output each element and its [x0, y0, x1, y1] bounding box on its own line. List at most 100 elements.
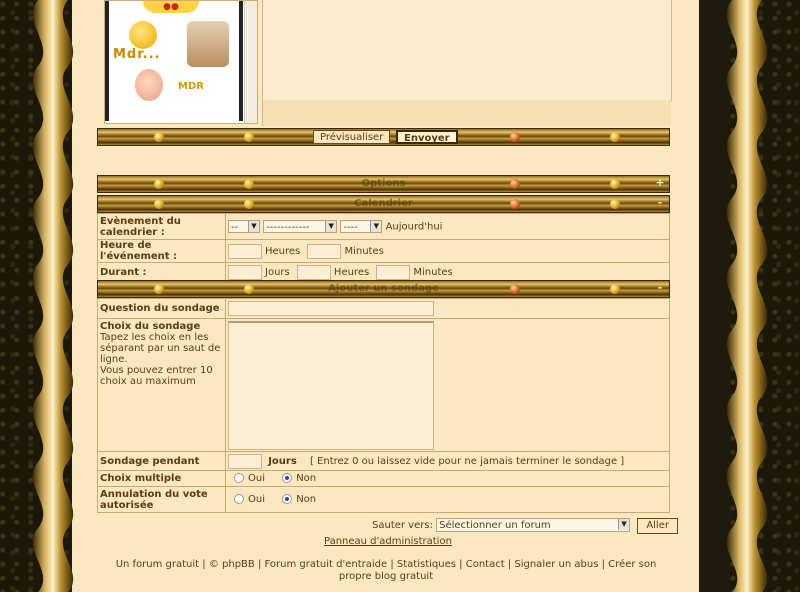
hours-unit: Heures [333, 267, 370, 278]
duration-field: Jours Heures Minutes [225, 262, 670, 282]
minutes-unit: Minutes [344, 246, 384, 257]
duration-row: Durant : Jours Heures Minutes [97, 262, 670, 282]
footer-separator: | [202, 559, 206, 570]
options-section-header[interactable]: Options + [97, 175, 670, 193]
choices-description: Tapez les choix en les séparant par un s… [100, 332, 221, 365]
forum-select[interactable]: Sélectionner un forum ▼ [436, 518, 631, 532]
length-input[interactable] [228, 453, 262, 469]
multiple-yes-radio[interactable] [234, 473, 244, 483]
smiley-text-emoticon[interactable]: Mdr... [113, 47, 161, 62]
choices-label: Choix du sondage [100, 321, 201, 332]
smiley-divider [239, 1, 243, 121]
cancel-no-radio[interactable] [282, 494, 293, 504]
duration-days-input[interactable] [228, 264, 262, 280]
footer-separator: | [390, 559, 394, 570]
footer-help-link[interactable]: Forum gratuit d'entraide [265, 559, 388, 570]
expand-icon[interactable]: + [655, 177, 665, 188]
collapse-icon[interactable]: - [655, 197, 665, 208]
send-button[interactable]: Envoyer [396, 130, 458, 144]
length-label: Sondage pendant [97, 451, 226, 471]
calendar-form: Evènement du calendrier : -- ▼ ----------… [97, 213, 670, 282]
bar-ornament [154, 132, 164, 142]
question-row: Question du sondage [97, 298, 670, 319]
smiley-scrollbar[interactable] [244, 1, 257, 123]
cancel-vote-row: Annulation du vote autorisée Oui Non [97, 486, 670, 513]
cancel-yes-radio[interactable] [234, 494, 244, 504]
footer-phpbb-link[interactable]: © phpBB [209, 559, 255, 570]
smiley-divider [105, 1, 109, 121]
multiple-no-label: Non [296, 473, 317, 484]
length-field: Jours [ Entrez 0 ou laissez vide pour ne… [225, 451, 670, 471]
question-label: Question du sondage [97, 298, 226, 319]
length-hint: [ Entrez 0 ou laissez vide pour ne jamai… [309, 456, 625, 467]
event-label: Evènement du calendrier : [97, 213, 226, 240]
go-button[interactable]: Aller [637, 518, 678, 534]
smiley-baby-image[interactable] [135, 69, 163, 101]
calendar-title: Calendrier [354, 198, 413, 209]
jump-to-forum: Sauter vers: Sélectionner un forum ▼ Alle… [372, 518, 678, 534]
smiley-dog-image[interactable] [187, 21, 229, 67]
question-input[interactable] [228, 301, 434, 316]
multiple-label: Choix multiple [97, 470, 226, 487]
today-link[interactable]: Aujourd'hui [386, 222, 443, 233]
choices-label-cell: Choix du sondage Tapez les choix en les … [97, 318, 226, 452]
admin-panel-link-wrap: Panneau d'administration [324, 536, 452, 547]
hours-unit: Heures [265, 246, 301, 257]
choices-field [225, 318, 670, 452]
duration-hours-input[interactable] [296, 264, 331, 280]
message-textarea-footer [262, 100, 671, 126]
days-unit: Jours [265, 267, 290, 278]
choices-row: Choix du sondage Tapez les choix en les … [97, 318, 670, 452]
bar-ornament [510, 132, 520, 142]
time-row: Heure de l'événement : Heures Minutes [97, 239, 670, 263]
footer-report-link[interactable]: Signaler un abus [514, 559, 598, 570]
message-textarea[interactable] [262, 0, 672, 101]
footer-separator: | [459, 559, 463, 570]
cancel-vote-label: Annulation du vote autorisée [97, 486, 226, 513]
multiple-field: Oui Non [225, 470, 670, 487]
footer-free-forum-link[interactable]: Un forum gratuit [116, 559, 199, 570]
left-wavy-border [32, 0, 74, 592]
chevron-down-icon: ▼ [370, 221, 382, 232]
bar-ornament [244, 132, 254, 142]
cancel-vote-field: Oui Non [225, 486, 670, 513]
right-wavy-border [726, 0, 768, 592]
day-select[interactable]: -- ▼ [228, 220, 260, 233]
duration-label: Durant : [97, 262, 226, 282]
minutes-input[interactable] [307, 243, 342, 259]
smiley-emoticon[interactable]: ●● [143, 1, 199, 13]
chevron-down-icon: ▼ [325, 221, 337, 232]
cancel-no-label: Non [296, 494, 317, 505]
collapse-icon[interactable]: - [655, 282, 665, 293]
year-select[interactable]: ---- ▼ [340, 220, 383, 233]
smiley-emoticon[interactable] [129, 21, 157, 49]
admin-panel-link[interactable]: Panneau d'administration [324, 536, 452, 547]
footer-separator: | [507, 559, 512, 570]
smiley-panel: ●● Mdr... MDR [104, 0, 258, 124]
time-label: Heure de l'événement : [97, 239, 226, 263]
chevron-down-icon: ▼ [248, 221, 259, 232]
options-title: Options [361, 178, 406, 189]
editor-button-bar: Prévisualiser Envoyer [97, 128, 670, 146]
footer-separator: | [601, 559, 605, 570]
footer: Un forum gratuit | © phpBB | Forum gratu… [100, 559, 672, 583]
poll-title: Ajouter un sondage [328, 283, 439, 294]
month-select[interactable]: ------------ ▼ [263, 220, 338, 233]
poll-section-header[interactable]: Ajouter un sondage - [97, 280, 670, 298]
multiple-yes-label: Oui [248, 473, 265, 484]
time-field: Heures Minutes [225, 239, 670, 263]
multiple-no-radio[interactable] [282, 473, 293, 483]
footer-stats-link[interactable]: Statistiques [397, 559, 456, 570]
choices-max-note: Vous pouvez entrer 10 choix au maximum [100, 365, 213, 387]
minutes-unit: Minutes [413, 267, 453, 278]
footer-contact-link[interactable]: Contact [466, 559, 505, 570]
hours-input[interactable] [228, 243, 262, 259]
preview-button[interactable]: Prévisualiser [313, 130, 391, 144]
chevron-down-icon: ▼ [618, 519, 630, 530]
duration-minutes-input[interactable] [376, 264, 411, 280]
calendar-section-header[interactable]: Calendrier - [97, 195, 670, 213]
choices-textarea[interactable] [228, 321, 434, 450]
event-row: Evènement du calendrier : -- ▼ ----------… [97, 213, 670, 240]
bar-ornament [610, 132, 620, 142]
smiley-text-emoticon[interactable]: MDR [175, 73, 207, 101]
